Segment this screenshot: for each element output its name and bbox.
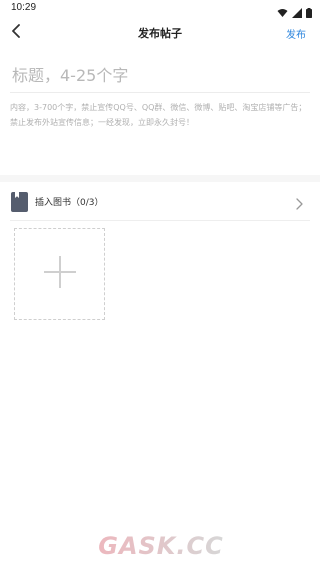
status-bar: 10:29	[0, 0, 320, 18]
plus-icon	[43, 255, 77, 293]
page-title: 发布帖子	[138, 27, 182, 40]
add-image-button[interactable]	[14, 228, 105, 320]
watermark-logo: GASK.CC	[86, 532, 236, 560]
insert-book-label: 插入图书（0/3）	[35, 198, 104, 208]
insert-book-row[interactable]: 插入图书（0/3）	[0, 182, 320, 220]
status-time: 10:29	[11, 2, 37, 13]
content-input[interactable]: 内容，3-700个字，禁止宣传QQ号、QQ群、微信、微博、贴吧、淘宝店铺等广告；…	[10, 100, 312, 130]
title-divider	[10, 92, 310, 93]
title-input[interactable]: 标题，4-25个字	[12, 62, 308, 85]
row-divider	[10, 220, 310, 221]
section-divider	[0, 175, 320, 182]
svg-text:GASK.CC: GASK.CC	[98, 532, 224, 560]
publish-button[interactable]: 发布	[286, 26, 306, 41]
book-icon	[11, 192, 28, 212]
chevron-right-icon	[294, 195, 304, 210]
nav-bar: 发布帖子 发布	[0, 18, 320, 48]
